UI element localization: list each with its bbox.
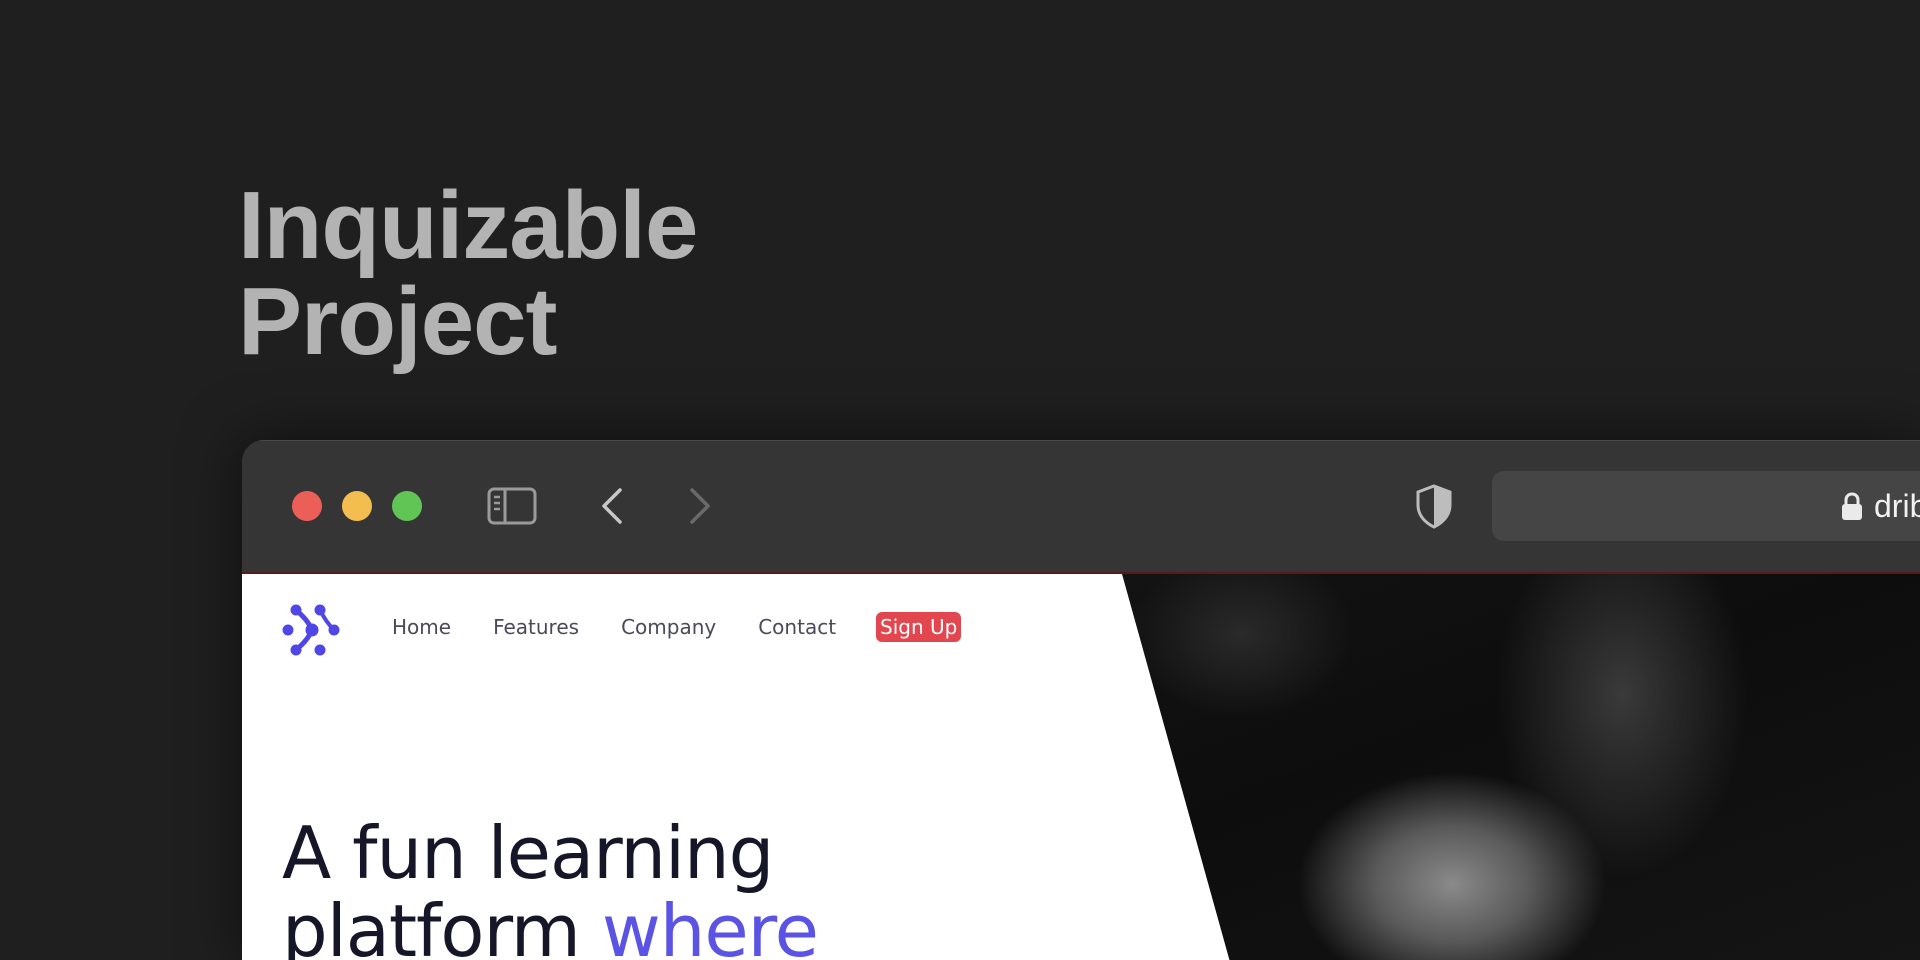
web-page: Home Features Company Contact Sign Up A … — [242, 572, 1920, 960]
brand-logo-icon[interactable] — [282, 602, 342, 658]
project-title-line1: Inquizable — [238, 172, 698, 279]
nav-features[interactable]: Features — [493, 615, 579, 639]
address-bar[interactable]: dribbble.com — [1492, 471, 1920, 541]
sidebar-icon[interactable] — [486, 485, 538, 527]
hero-heading-line2-start: platform — [282, 889, 602, 960]
project-title-line2: Project — [238, 268, 557, 375]
signup-button[interactable]: Sign Up — [876, 612, 962, 642]
minimize-window-button[interactable] — [342, 491, 372, 521]
nav-contact[interactable]: Contact — [758, 615, 836, 639]
hero-heading-line1: A fun learning — [282, 811, 774, 895]
hero-heading: A fun learning platform where — [282, 811, 819, 960]
site-nav: Home Features Company Contact Sign Up — [392, 612, 962, 642]
maximize-window-button[interactable] — [392, 491, 422, 521]
url-text: dribbble.com — [1874, 488, 1920, 524]
chevron-right-icon[interactable] — [682, 485, 718, 527]
hero-heading-accent: where — [601, 889, 819, 960]
lock-icon — [1842, 492, 1862, 520]
close-window-button[interactable] — [292, 491, 322, 521]
nav-company[interactable]: Company — [621, 615, 716, 639]
browser-window: dribbble.com Home Features Company Conta… — [242, 440, 1920, 960]
nav-home[interactable]: Home — [392, 615, 451, 639]
hero-heading-line2: platform where — [282, 889, 819, 960]
chevron-left-icon[interactable] — [594, 485, 630, 527]
project-title: Inquizable Project — [238, 172, 698, 375]
shield-icon[interactable] — [1412, 484, 1456, 529]
browser-toolbar: dribbble.com — [242, 440, 1920, 572]
